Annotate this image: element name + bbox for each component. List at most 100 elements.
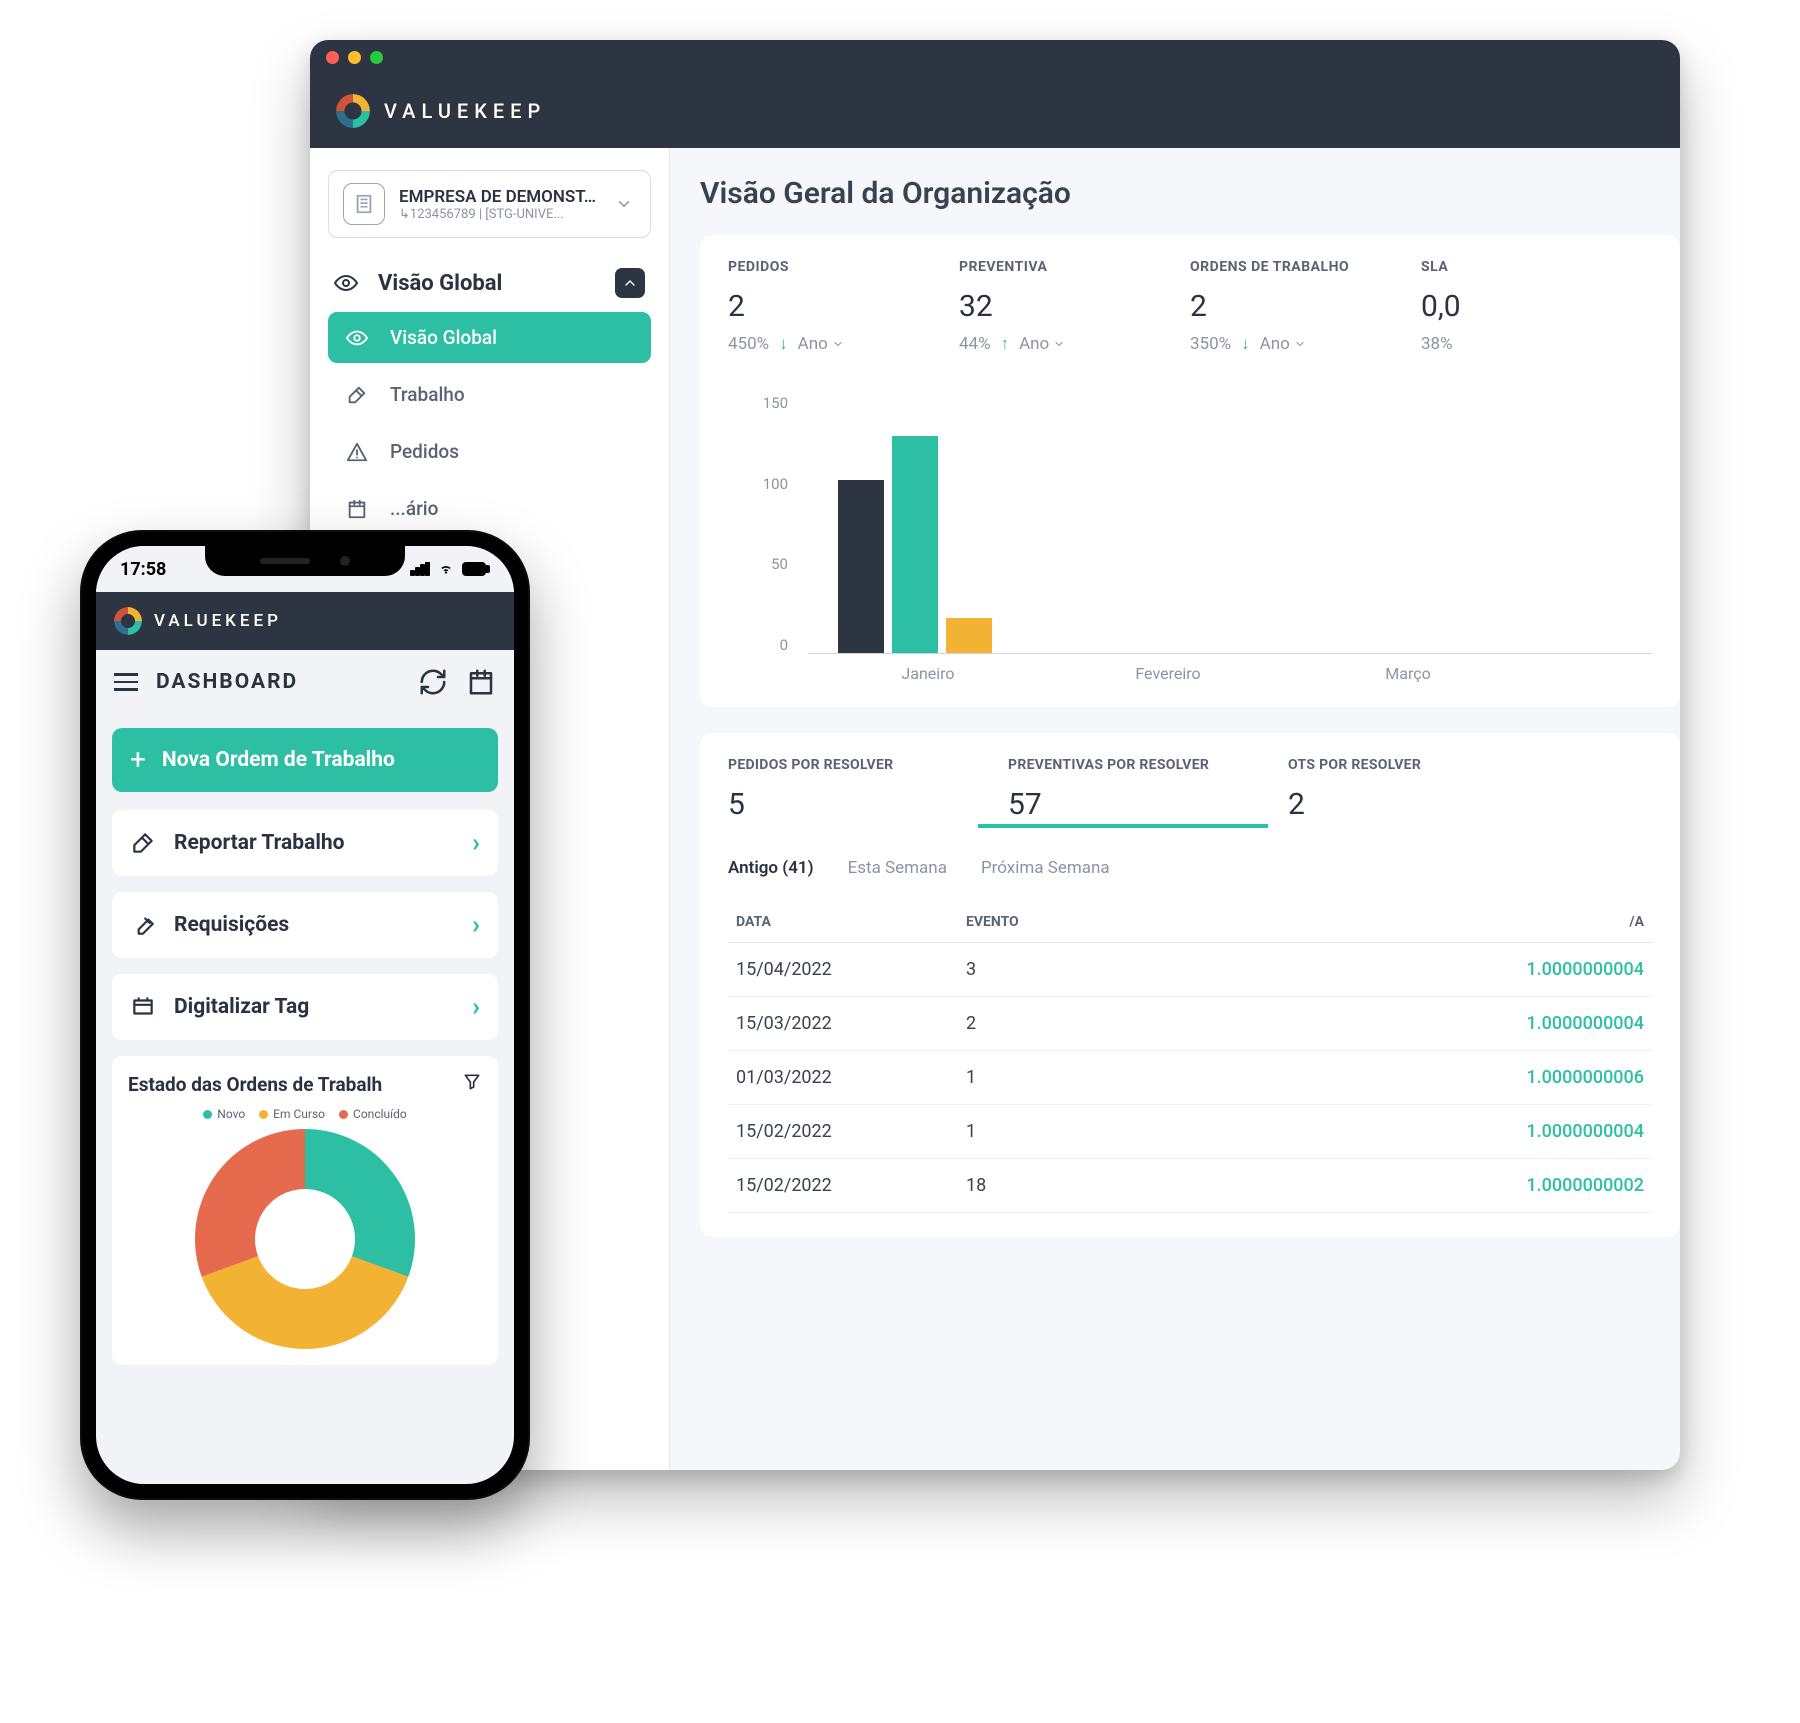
xtick: Fevereiro: [1048, 664, 1288, 683]
kpi-label: SLA: [1421, 259, 1652, 275]
calendar-icon[interactable]: [466, 667, 496, 697]
minimize-dot[interactable]: [348, 51, 361, 64]
col-data: DATA: [736, 914, 966, 930]
mobile-toolbar: DASHBOARD: [96, 650, 514, 714]
refresh-icon[interactable]: [418, 667, 448, 697]
kpi-change: 38%: [1421, 334, 1652, 354]
cell-data: 15/02/2022: [736, 1175, 966, 1196]
kpi-change: 44% ↑ Ano: [959, 334, 1190, 354]
ytick: 0: [748, 636, 788, 654]
bar: [946, 618, 992, 653]
eye-icon: [334, 271, 358, 295]
tab-0[interactable]: Antigo (41): [728, 858, 814, 892]
kpi-card: PEDIDOS 2 450% ↓ Ano PREVENTIVA 32 44% ↑…: [700, 235, 1680, 707]
ytick: 100: [748, 475, 788, 493]
card-title: Estado das Ordens de Trabalh: [128, 1073, 382, 1096]
new-work-order-button[interactable]: + Nova Ordem de Trabalho: [112, 728, 498, 792]
table-row[interactable]: 15/02/2022 18 1.0000000002: [728, 1159, 1652, 1213]
resolve-card: PEDIDOS POR RESOLVER 5 PREVENTIVAS POR R…: [700, 733, 1680, 1237]
menu-icon[interactable]: [114, 673, 138, 691]
cell-val: 1.0000000004: [1444, 1121, 1644, 1142]
company-selector[interactable]: EMPRESA DE DEMONST... ↳123456789 | [STG-…: [328, 170, 651, 238]
cell-data: 01/03/2022: [736, 1067, 966, 1088]
cell-evento: 18: [966, 1175, 1444, 1196]
kpi-label: PREVENTIVA: [959, 259, 1190, 275]
tab-2[interactable]: Próxima Semana: [981, 858, 1110, 892]
sidebar-item-4[interactable]: ...ário: [328, 483, 651, 534]
toolbar-title: DASHBOARD: [156, 670, 400, 694]
cell-data: 15/03/2022: [736, 1013, 966, 1034]
nav-section-header: Visão Global: [334, 268, 645, 298]
col-evento: EVENTO: [966, 914, 1444, 930]
status-chart-card: Estado das Ordens de Trabalh NovoEm Curs…: [112, 1056, 498, 1365]
cell-data: 15/04/2022: [736, 959, 966, 980]
resolve-cell: OTS POR RESOLVER 2: [1288, 757, 1508, 822]
period-selector[interactable]: Ano: [798, 334, 844, 354]
sidebar-item-pedidos[interactable]: Pedidos: [328, 426, 651, 477]
main-content: Visão Geral da Organização PEDIDOS 2 450…: [670, 148, 1680, 1470]
kpi-value: 32: [959, 289, 1190, 324]
resolve-label: PREVENTIVAS POR RESOLVER: [1008, 757, 1228, 773]
cell-data: 15/02/2022: [736, 1121, 966, 1142]
arrow-down-icon: ↓: [1241, 334, 1250, 354]
chevron-right-icon: ›: [472, 828, 480, 858]
nav-label: Pedidos: [390, 440, 459, 463]
hammer-icon: [346, 384, 368, 406]
xtick: Janeiro: [808, 664, 1048, 683]
table-row[interactable]: 15/02/2022 1 1.0000000004: [728, 1105, 1652, 1159]
cell-evento: 1: [966, 1067, 1444, 1088]
cell-val: 1.0000000004: [1444, 959, 1644, 980]
kpi-label: ORDENS DE TRABALHO: [1190, 259, 1421, 275]
arrow-down-icon: ↓: [779, 334, 788, 354]
tab-indicator: [978, 824, 1268, 828]
xtick: Março: [1288, 664, 1528, 683]
resolve-cell: PREVENTIVAS POR RESOLVER 57: [1008, 757, 1228, 822]
chevron-right-icon: ›: [472, 910, 480, 940]
legend-dot: [339, 1110, 348, 1119]
building-icon: [343, 183, 385, 225]
brand-name: VALUEKEEP: [384, 99, 546, 123]
table-row[interactable]: 15/03/2022 2 1.0000000004: [728, 997, 1652, 1051]
plus-icon: +: [130, 746, 146, 774]
bar: [838, 480, 884, 653]
filter-icon[interactable]: [462, 1072, 482, 1097]
table-header: DATA EVENTO /A: [728, 902, 1652, 943]
kpi-value: 2: [728, 289, 959, 324]
clock: 17:58: [120, 559, 166, 580]
window-controls: [310, 40, 1680, 74]
table-row[interactable]: 15/04/2022 3 1.0000000004: [728, 943, 1652, 997]
kpi-cell: PREVENTIVA 32 44% ↑ Ano: [959, 259, 1190, 354]
bar-chart: 150100500 JaneiroFevereiroMarço: [728, 394, 1652, 683]
period-selector[interactable]: Ano: [1260, 334, 1306, 354]
action-scan-tag[interactable]: Digitalizar Tag ›: [112, 974, 498, 1040]
resolve-cell: PEDIDOS POR RESOLVER 5: [728, 757, 948, 822]
nav-label: Trabalho: [390, 383, 465, 406]
action-requisitions[interactable]: Requisições ›: [112, 892, 498, 958]
row-icon: [130, 994, 156, 1020]
tab-1[interactable]: Esta Semana: [848, 858, 947, 892]
action-report-work[interactable]: Reportar Trabalho ›: [112, 810, 498, 876]
battery-icon: [462, 562, 490, 576]
row-label: Digitalizar Tag: [174, 995, 309, 1019]
sidebar-item-visao-global[interactable]: Visão Global: [328, 312, 651, 363]
warning-icon: [346, 441, 368, 463]
collapse-button[interactable]: [615, 268, 645, 298]
cell-val: 1.0000000006: [1444, 1067, 1644, 1088]
table-row[interactable]: 01/03/2022 1 1.0000000006: [728, 1051, 1652, 1105]
kpi-cell: PEDIDOS 2 450% ↓ Ano: [728, 259, 959, 354]
kpi-value: 2: [1190, 289, 1421, 324]
phone-notch: [205, 546, 405, 576]
arrow-up-icon: ↑: [1001, 334, 1010, 354]
nav-label: Visão Global: [390, 326, 497, 349]
cell-evento: 2: [966, 1013, 1444, 1034]
period-selector[interactable]: Ano: [1019, 334, 1065, 354]
legend-dot: [203, 1110, 212, 1119]
brand-name: VALUEKEEP: [154, 611, 282, 631]
resolve-value: 5: [728, 787, 948, 822]
kpi-change: 350% ↓ Ano: [1190, 334, 1421, 354]
sidebar-item-trabalho[interactable]: Trabalho: [328, 369, 651, 420]
cell-evento: 3: [966, 959, 1444, 980]
resolve-label: OTS POR RESOLVER: [1288, 757, 1508, 773]
maximize-dot[interactable]: [370, 51, 383, 64]
close-dot[interactable]: [326, 51, 339, 64]
